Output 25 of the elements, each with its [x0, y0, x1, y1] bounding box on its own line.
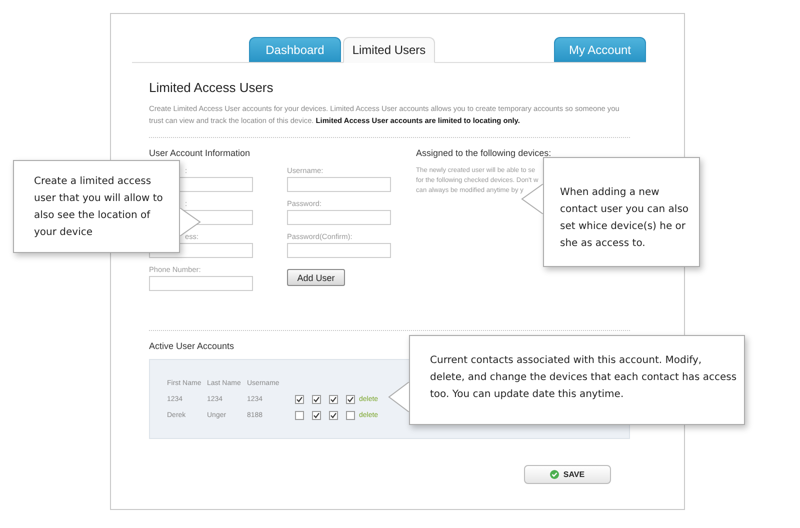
- input-field[interactable]: [287, 210, 391, 225]
- callout-text: Current contacts associated with this account. Modify, delete, and change the devices that each contact has access too. You can update date this anytime.: [430, 354, 738, 402]
- input-field[interactable]: [287, 243, 391, 258]
- checkbox[interactable]: [346, 395, 355, 404]
- page-heading: Limited Access Users: [149, 80, 274, 95]
- save-button[interactable]: SAVE: [524, 465, 611, 484]
- tab[interactable]: My Account: [554, 37, 646, 62]
- checkbox[interactable]: [295, 395, 304, 404]
- callout-text: When adding a new contact user you can also set whice device(s) he or she as access to.: [560, 186, 690, 251]
- section-title: Active User Accounts: [149, 341, 236, 351]
- checkbox[interactable]: [329, 395, 338, 404]
- tab[interactable]: Limited Users: [343, 37, 435, 63]
- check-circle-icon: [550, 470, 560, 479]
- checkbox[interactable]: [312, 411, 321, 420]
- callout-text: Create a limited access user that you will allow to also see the location of your device: [34, 175, 164, 240]
- add-user-button[interactable]: Add User: [287, 269, 345, 286]
- checkbox[interactable]: [295, 411, 304, 420]
- section-title: Assigned to the following devices:: [416, 148, 552, 158]
- tab[interactable]: Dashboard: [249, 37, 341, 62]
- input-field[interactable]: [149, 276, 253, 291]
- checkbox[interactable]: [329, 411, 338, 420]
- checkbox[interactable]: [346, 411, 355, 420]
- input-field[interactable]: [287, 177, 391, 192]
- checkbox[interactable]: [312, 395, 321, 404]
- section-title: User Account Information: [149, 148, 252, 158]
